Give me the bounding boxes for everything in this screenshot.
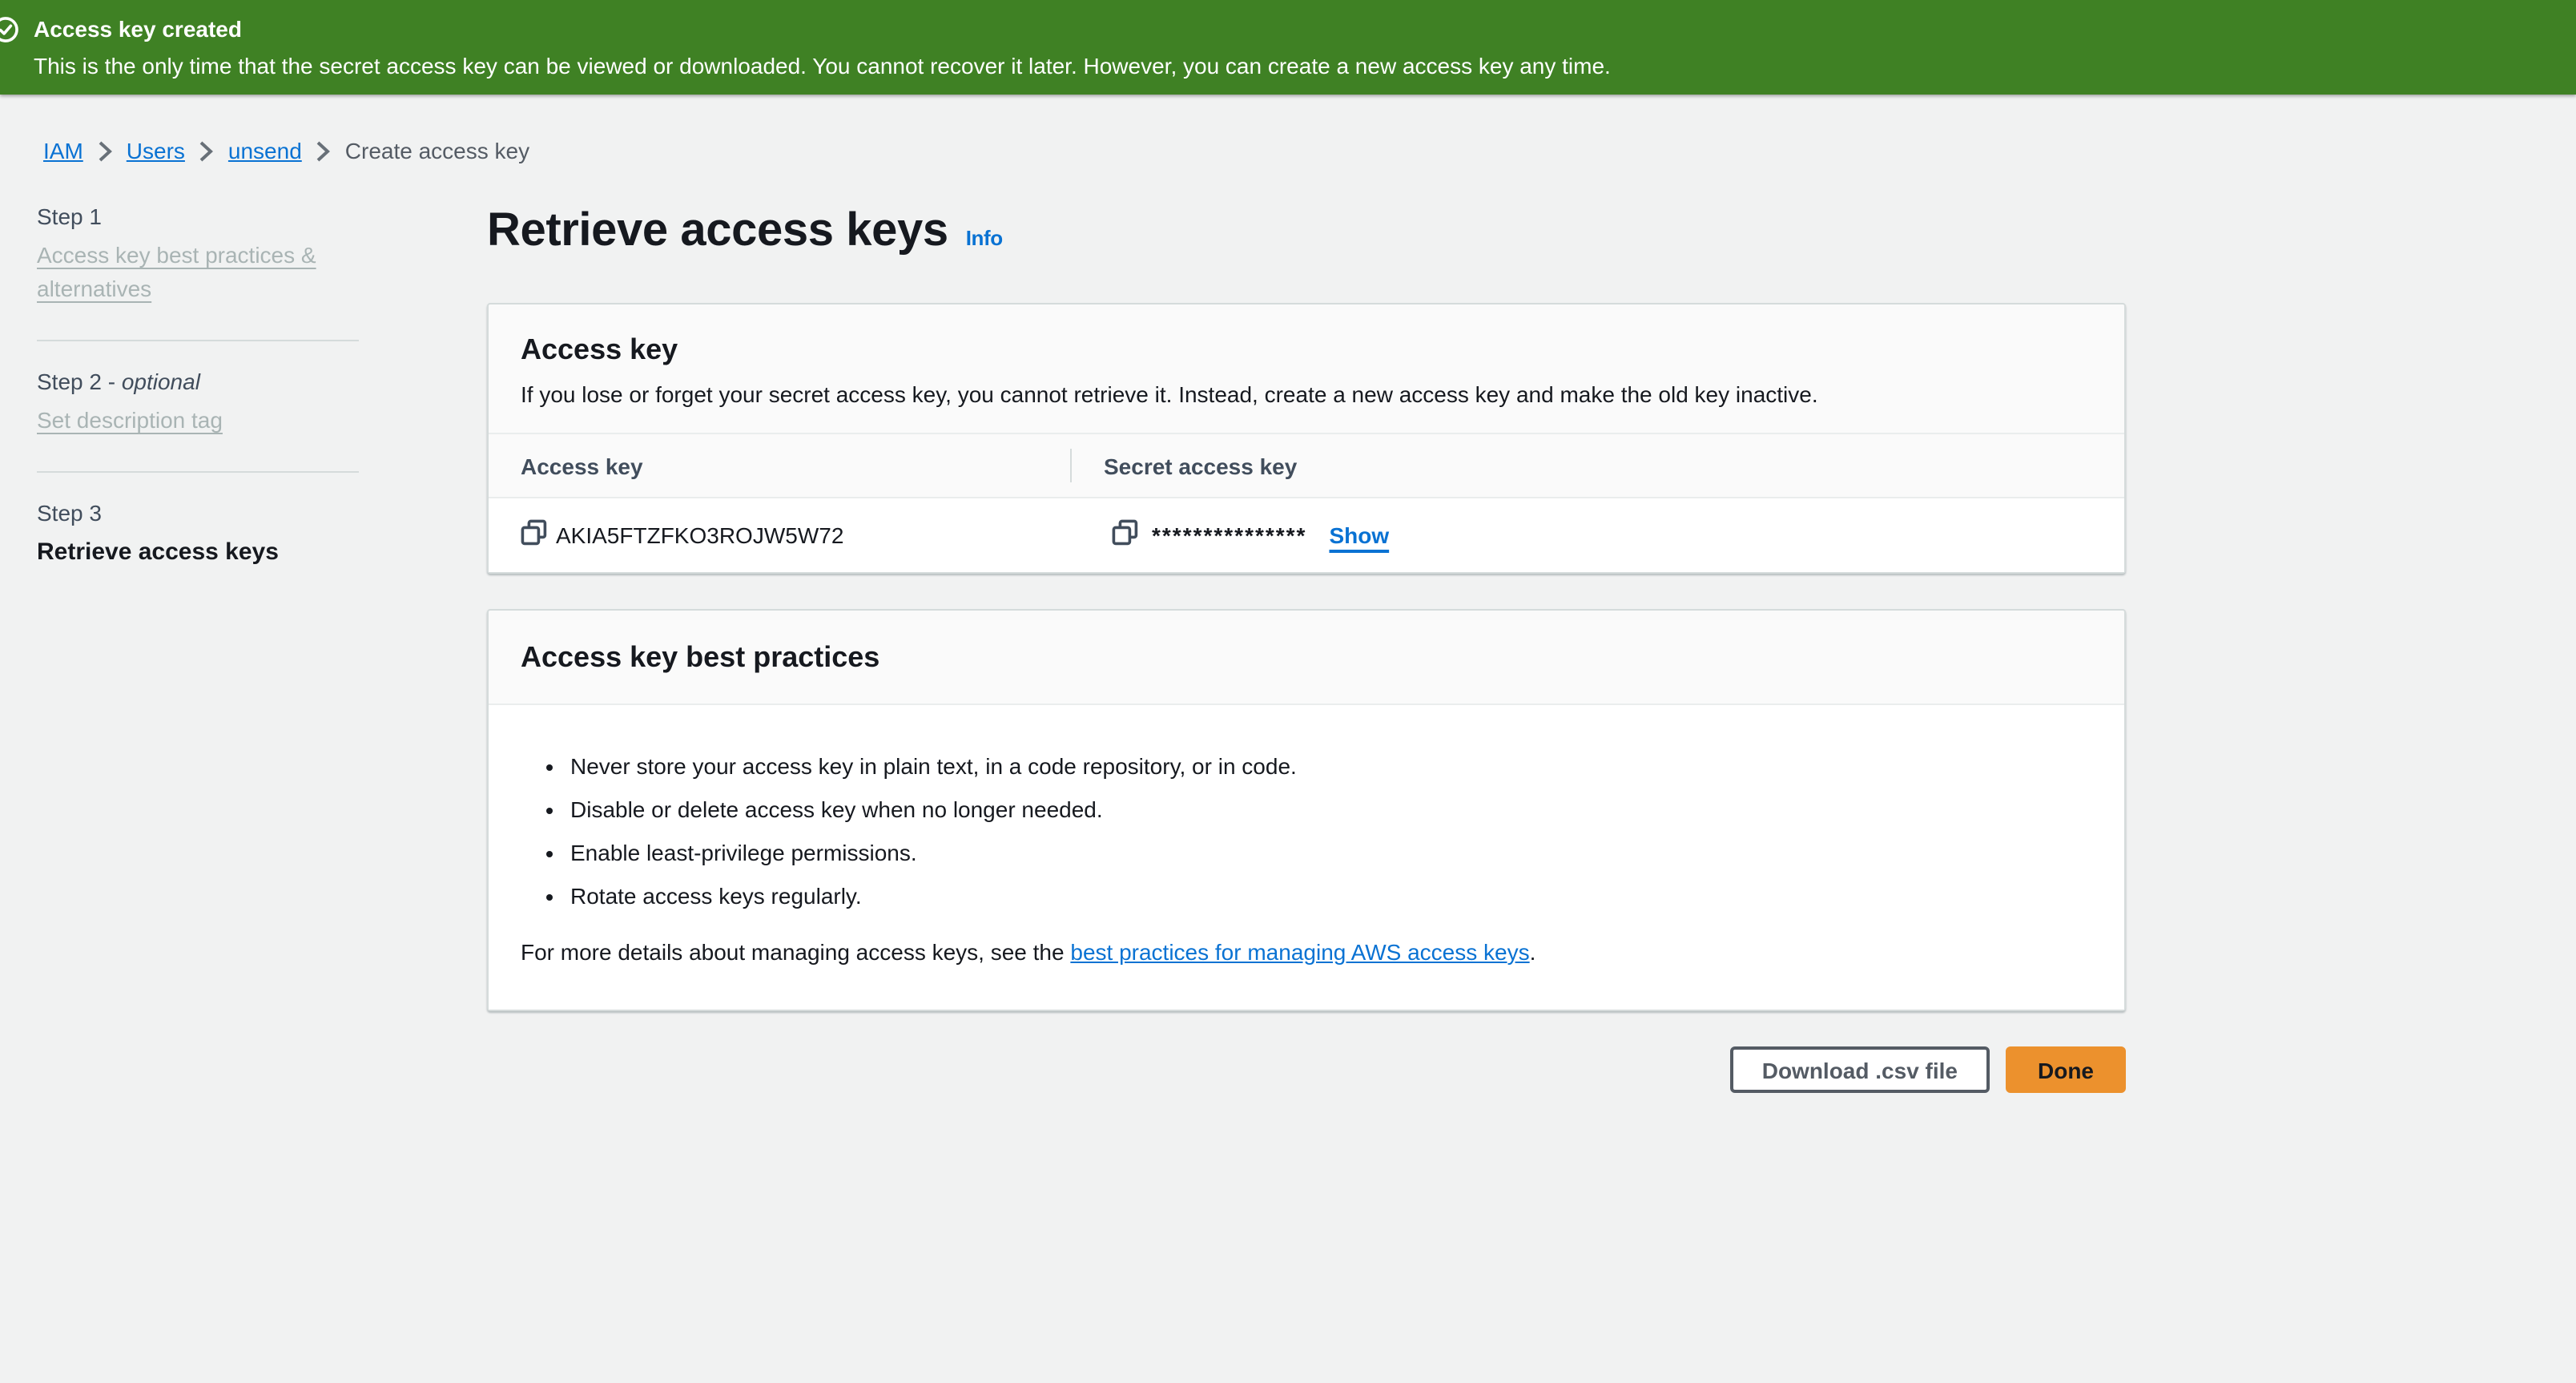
step-1-link: Access key best practices & alternatives [37, 239, 359, 306]
done-button[interactable]: Done [2006, 1046, 2126, 1093]
chevron-right-icon [199, 141, 214, 162]
wizard-step-1: Step 1 Access key best practices & alter… [37, 204, 359, 306]
iam-create-access-key-page: Access key created This is the only time… [0, 0, 2576, 1383]
key-table-header: Access key Secret access key [489, 433, 2124, 497]
list-item: Rotate access keys regularly. [570, 880, 2092, 912]
column-divider [1070, 449, 1072, 482]
step-3-current-title: Retrieve access keys [37, 537, 359, 569]
wizard-steps-nav: Step 1 Access key best practices & alter… [37, 204, 359, 569]
page-title: Retrieve access keysInfo [487, 202, 2126, 268]
copy-icon [521, 519, 548, 551]
column-header-secret-access-key: Secret access key [1104, 434, 1297, 497]
best-practices-panel-title: Access key best practices [521, 638, 2092, 676]
flashbar-title: Access key created [34, 16, 242, 42]
access-key-panel: Access key If you lose or forget your se… [487, 303, 2126, 574]
info-link[interactable]: Info [966, 226, 1003, 250]
key-table-row: AKIA5FTZFKO3ROJW5W72 *************** Sho… [489, 497, 2124, 572]
show-secret-link[interactable]: Show [1329, 522, 1389, 548]
wizard-step-3: Step 3 Retrieve access keys [37, 500, 359, 569]
step-3-label: Step 3 [37, 500, 359, 526]
wizard-actions: Download .csv file Done [487, 1046, 2126, 1093]
step-divider [37, 340, 359, 341]
best-practices-list: Never store your access key in plain tex… [521, 750, 2092, 912]
step-2-label: Step 2 - optional [37, 369, 359, 394]
access-key-panel-title: Access key [521, 330, 2092, 369]
chevron-right-icon [98, 141, 112, 162]
download-csv-button[interactable]: Download .csv file [1730, 1046, 1990, 1093]
copy-secret-key-button[interactable] [1112, 522, 1139, 549]
breadcrumb-link-unsend[interactable]: unsend [228, 138, 302, 163]
best-practices-link[interactable]: best practices for managing AWS access k… [1070, 939, 1529, 965]
success-flashbar: Access key created This is the only time… [0, 0, 2576, 95]
access-key-cell: AKIA5FTZFKO3ROJW5W72 [521, 498, 843, 572]
chevron-right-icon [316, 141, 331, 162]
copy-icon [1112, 519, 1139, 551]
access-key-panel-header: Access key If you lose or forget your se… [489, 304, 2124, 433]
step-1-label: Step 1 [37, 204, 359, 229]
breadcrumb-link-iam[interactable]: IAM [43, 138, 83, 163]
access-key-value: AKIA5FTZFKO3ROJW5W72 [556, 522, 843, 548]
breadcrumb-current: Create access key [345, 138, 529, 163]
breadcrumb-link-users[interactable]: Users [127, 138, 185, 163]
best-practices-footer: For more details about managing access k… [521, 936, 2092, 968]
success-check-icon [0, 16, 19, 43]
column-header-access-key: Access key [521, 434, 643, 497]
breadcrumb: IAM Users unsend Create access key [43, 138, 529, 163]
list-item: Never store your access key in plain tex… [570, 750, 2092, 782]
copy-access-key-button[interactable] [521, 522, 548, 549]
main-content: Retrieve access keysInfo Access key If y… [487, 202, 2126, 1093]
best-practices-panel-header: Access key best practices [489, 611, 2124, 705]
access-key-panel-description: If you lose or forget your secret access… [521, 378, 2092, 410]
best-practices-panel: Access key best practices Never store yo… [487, 609, 2126, 1011]
list-item: Disable or delete access key when no lon… [570, 793, 2092, 825]
wizard-step-2: Step 2 - optional Set description tag [37, 369, 359, 437]
step-divider [37, 471, 359, 473]
list-item: Enable least-privilege permissions. [570, 837, 2092, 869]
best-practices-panel-body: Never store your access key in plain tex… [489, 705, 2124, 1010]
flashbar-message: This is the only time that the secret ac… [34, 53, 1611, 79]
step-2-link: Set description tag [37, 404, 223, 437]
secret-key-masked-value: *************** [1152, 522, 1306, 548]
secret-key-cell: *************** Show [1112, 498, 1389, 572]
